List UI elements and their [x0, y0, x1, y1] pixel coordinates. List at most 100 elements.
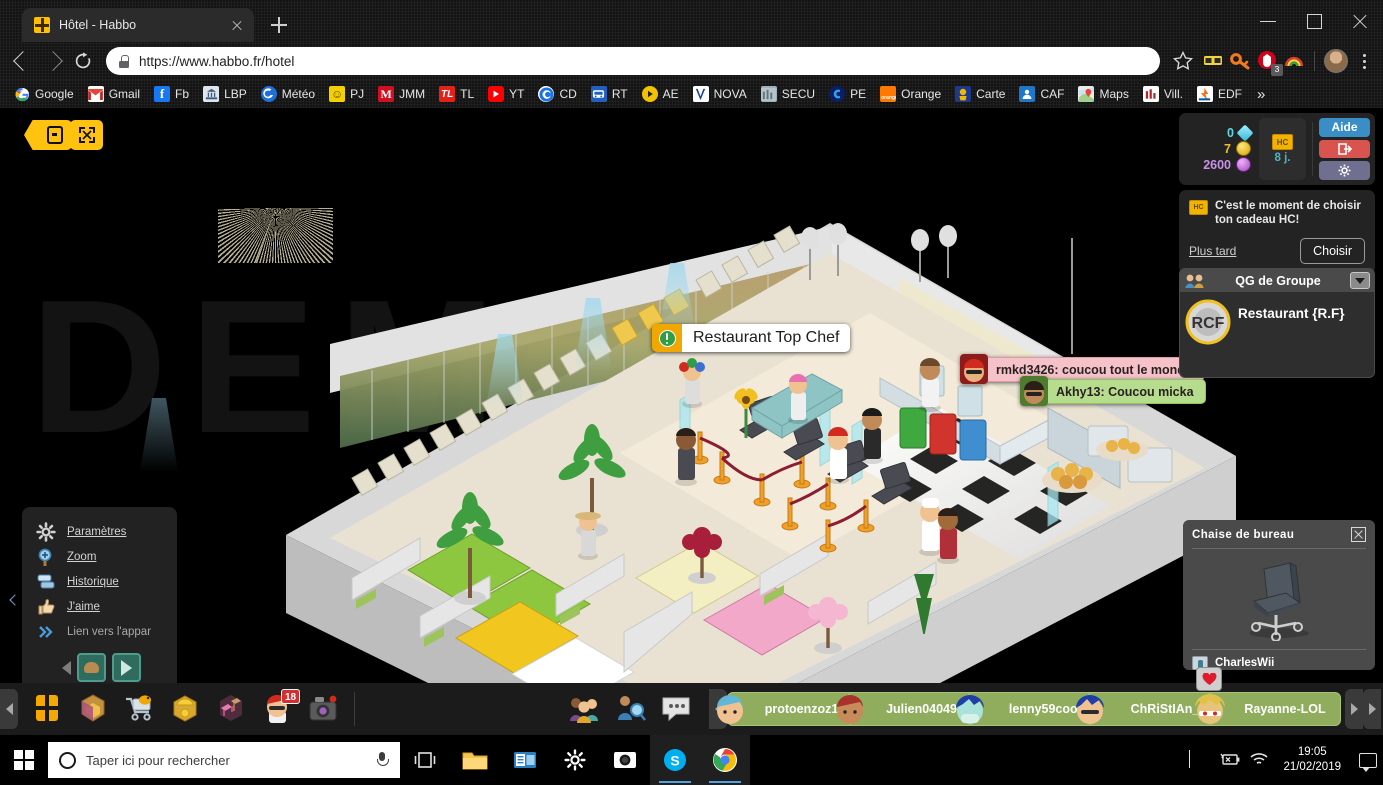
users-scroll-right[interactable] [1345, 689, 1363, 729]
wifi-icon[interactable] [1249, 751, 1268, 769]
user-chip[interactable]: Rayanne-LOL [1195, 692, 1341, 726]
user-avatar-head [829, 687, 871, 731]
bookmark-google[interactable]: Google [7, 84, 81, 104]
bookmark-carte[interactable]: Carte [948, 84, 1012, 104]
glasses-extension-icon[interactable] [1202, 50, 1224, 72]
inventory-icon[interactable] [76, 691, 112, 727]
windows-search-box[interactable]: Taper ici pour rechercher [48, 742, 400, 778]
bookmark-pe[interactable]: PE [822, 84, 873, 104]
chevron-down-icon[interactable] [1350, 272, 1370, 289]
show-hidden-icons[interactable] [1189, 750, 1207, 769]
bookmark-vill[interactable]: Vill. [1136, 84, 1190, 104]
prev-page-arrow[interactable] [62, 660, 71, 675]
bookmark-cd[interactable]: CD [531, 84, 583, 104]
habbo-home-button[interactable] [24, 120, 72, 150]
microphone-icon[interactable] [375, 751, 389, 769]
settings-gear-button[interactable] [1319, 161, 1370, 181]
bookmark-tl[interactable]: TL TL [432, 84, 481, 104]
room-tool-jaime[interactable]: J'aime [36, 594, 167, 619]
tab-close-icon[interactable] [228, 16, 246, 34]
battery-icon[interactable] [1219, 751, 1240, 769]
adblock-extension-icon[interactable]: 3 [1256, 50, 1283, 76]
taskbar-collapse-left[interactable] [0, 689, 18, 729]
hud-divider [1312, 122, 1313, 176]
messenger-icon[interactable] [659, 691, 695, 727]
bookmark-ae[interactable]: AE [635, 84, 686, 104]
history-icon [36, 572, 56, 592]
bookmark-lbp[interactable]: LBP [196, 84, 254, 104]
start-button[interactable] [0, 735, 48, 785]
next-room-button[interactable] [112, 653, 141, 682]
rainbow-extension-icon[interactable] [1283, 50, 1305, 72]
orange-icon: orange [880, 86, 897, 102]
address-bar[interactable]: https://www.habbo.fr/hotel [106, 47, 1160, 75]
bookmark-edf[interactable]: EDF [1190, 84, 1249, 104]
friends-list-icon[interactable] [567, 691, 603, 727]
camera-icon[interactable] [306, 691, 342, 727]
bookmark-meteo[interactable]: Météo [254, 84, 322, 104]
hc-choose-button[interactable]: Choisir [1300, 238, 1365, 264]
user-avatar-head [1189, 687, 1231, 731]
isometric-room[interactable] [0, 108, 1383, 735]
browser-tab[interactable]: Hôtel - Habbo [22, 8, 254, 42]
room-tools-collapse-handle[interactable] [8, 588, 22, 612]
clock[interactable]: 19:05 21/02/2019 [1279, 745, 1345, 775]
bookmark-caf[interactable]: CAF [1012, 84, 1071, 104]
maximize-button[interactable] [1291, 0, 1337, 42]
room-name-tag[interactable]: Restaurant Top Chef [652, 324, 851, 352]
camera-app-icon[interactable] [600, 735, 650, 785]
back-button[interactable] [8, 46, 38, 76]
close-window-button[interactable] [1337, 0, 1383, 42]
bookmark-label: Gmail [108, 87, 141, 101]
help-button[interactable]: Aide [1319, 118, 1370, 137]
chat-bubble[interactable]: Akhy13: Coucou micka [1020, 376, 1206, 406]
bookmark-nova[interactable]: NOVA [686, 84, 754, 104]
heart-like-icon[interactable] [1196, 667, 1222, 691]
logout-button[interactable] [1319, 139, 1370, 159]
room-tool-zoom[interactable]: Zoom [36, 544, 167, 569]
bookmark-orange[interactable]: orange Orange [873, 84, 948, 104]
close-icon[interactable] [1351, 527, 1366, 542]
room-tool-historique[interactable]: Historique [36, 569, 167, 594]
action-center-icon[interactable] [1359, 752, 1377, 772]
room-tool-parametres[interactable]: Paramètres [36, 519, 167, 544]
bookmark-secu[interactable]: SECU [754, 84, 822, 104]
hc-later-link[interactable]: Plus tard [1189, 244, 1236, 258]
bookmark-star-icon[interactable] [1170, 48, 1196, 74]
bookmark-rt[interactable]: RT [584, 84, 635, 104]
bookmark-fb[interactable]: f Fb [147, 84, 196, 104]
bookmarks-overflow-button[interactable]: » [1249, 86, 1273, 103]
task-view-icon[interactable] [400, 735, 450, 785]
habbo-logo-icon[interactable] [30, 691, 66, 727]
key-extension-icon[interactable] [1229, 50, 1251, 72]
fullscreen-button[interactable] [70, 120, 103, 150]
habbo-game-viewport[interactable]: DEMO [0, 108, 1383, 735]
settings-icon[interactable] [550, 735, 600, 785]
room-tool-label: Paramètres [67, 525, 127, 538]
reload-button[interactable] [68, 46, 98, 76]
room-tool-lien-vers-appar[interactable]: Lien vers l'appar [36, 619, 167, 644]
catalog-icon[interactable] [122, 691, 158, 727]
forward-button[interactable] [38, 46, 68, 76]
bookmark-yt[interactable]: YT [481, 84, 531, 104]
skype-icon[interactable]: S [650, 735, 700, 785]
mail-icon[interactable] [500, 735, 550, 785]
taskbar-collapse-right[interactable] [1363, 689, 1381, 729]
bookmark-jmm[interactable]: M JMM [371, 84, 432, 104]
hc-status[interactable]: HC 8 j. [1259, 118, 1306, 180]
bookmark-maps[interactable]: Maps [1071, 84, 1135, 104]
chrome-icon[interactable] [700, 735, 750, 785]
minimize-button[interactable] [1245, 0, 1291, 42]
avatar-icon[interactable]: 18 [260, 689, 300, 727]
furniture-icon[interactable] [214, 691, 250, 727]
room-thumbnail-button[interactable] [77, 653, 106, 682]
navigator-icon[interactable] [168, 691, 204, 727]
bookmark-gmail[interactable]: Gmail [81, 84, 147, 104]
profile-avatar[interactable] [1324, 49, 1348, 73]
friend-search-icon[interactable] [613, 691, 649, 727]
bookmark-pj[interactable]: ☺ PJ [322, 84, 371, 104]
room-tools-menu: Paramètres Zoom Historique J'aime Lien v… [22, 507, 177, 692]
file-explorer-icon[interactable] [450, 735, 500, 785]
chrome-menu-button[interactable] [1353, 48, 1375, 74]
new-tab-button[interactable] [266, 12, 292, 38]
